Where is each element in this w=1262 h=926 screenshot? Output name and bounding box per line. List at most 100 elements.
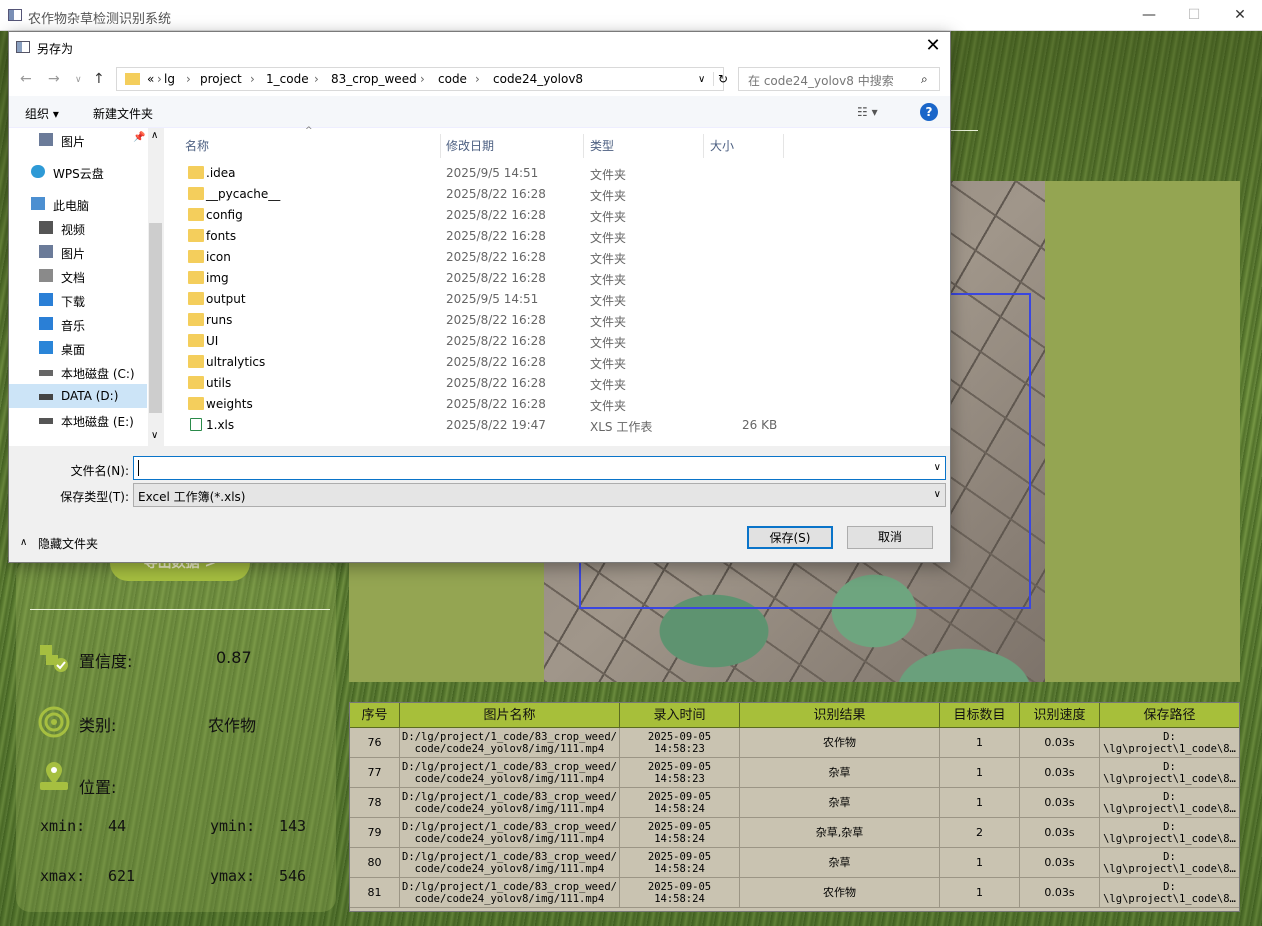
breadcrumb-item[interactable]: 1_code [266,72,309,86]
table-header[interactable]: 识别速度 [1020,703,1100,728]
file-name: utils [206,376,232,390]
confidence-value: 0.87 [216,648,252,667]
new-folder-button[interactable]: 新建文件夹 [93,105,153,122]
breadcrumb-overflow[interactable]: « [147,72,154,86]
minimize-icon[interactable]: — [1134,4,1164,26]
table-row[interactable]: 81 D:/lg/project/1_code/83_crop_weed/ cod… [350,878,1239,908]
nav-scrollbar[interactable]: ∧ ∨ [148,128,164,446]
file-row[interactable]: img 2025/8/22 16:28 文件夹 [185,268,795,289]
file-row[interactable]: config 2025/8/22 16:28 文件夹 [185,205,795,226]
file-row[interactable]: 1.xls 2025/8/22 19:47 XLS 工作表 26 KB [185,415,795,436]
table-row[interactable]: 80 D:/lg/project/1_code/83_crop_weed/ cod… [350,848,1239,878]
table-cell-id: 77 [350,758,400,788]
nav-item[interactable]: 本地磁盘 (C:) [9,360,147,384]
file-name: .idea [206,166,236,180]
file-type: 文件夹 [590,294,627,308]
position-label: 位置: [79,778,117,797]
results-table[interactable]: 序号 图片名称 录入时间 识别结果 目标数目 识别速度 保存路径 76 D:/lg… [349,702,1240,912]
table-cell-count: 2 [940,818,1020,848]
file-type: 文件夹 [590,189,627,203]
chevron-down-icon[interactable]: ∨ [934,462,941,473]
file-row[interactable]: ultralytics 2025/8/22 16:28 文件夹 [185,352,795,373]
recent-dropdown-icon[interactable]: ∨ [75,75,82,85]
ymax-value: 546 [279,867,307,885]
maximize-icon[interactable]: ☐ [1179,4,1209,26]
table-row[interactable]: 76 D:/lg/project/1_code/83_crop_weed/ cod… [350,728,1239,758]
file-row[interactable]: utils 2025/8/22 16:28 文件夹 [185,373,795,394]
table-row[interactable]: 79 D:/lg/project/1_code/83_crop_weed/ cod… [350,818,1239,848]
table-header[interactable]: 保存路径 [1100,703,1239,728]
column-date[interactable]: 修改日期 [440,134,584,158]
file-date: 2025/8/22 16:28 [446,250,546,264]
column-size[interactable]: 大小 [704,134,784,158]
table-header[interactable]: 录入时间 [620,703,740,728]
nav-item[interactable]: 此电脑 [9,192,147,216]
close-icon[interactable]: ✕ [922,35,944,57]
table-header[interactable]: 图片名称 [400,703,620,728]
table-cell-id: 76 [350,728,400,758]
column-type[interactable]: 类型 [584,134,704,158]
nav-item[interactable]: 视频 [9,216,147,240]
scroll-thumb[interactable] [149,223,162,413]
search-icon[interactable]: ⌕ [921,72,928,87]
cancel-button[interactable]: 取消 [847,526,933,549]
table-header[interactable]: 识别结果 [740,703,940,728]
table-row[interactable]: 78 D:/lg/project/1_code/83_crop_weed/ cod… [350,788,1239,818]
forward-icon[interactable]: → [48,71,60,87]
chevron-down-icon[interactable]: ∨ [934,489,941,500]
nav-item[interactable]: 本地磁盘 (E:) [9,408,147,432]
breadcrumb-item[interactable]: code24_yolov8 [493,72,583,86]
dialog-title: 另存为 [37,42,74,56]
table-cell-speed: 0.03s [1020,788,1100,818]
address-bar[interactable]: « › lg › project › 1_code › 83_crop_weed… [116,67,728,91]
table-cell-result: 杂草 [740,788,940,818]
search-input[interactable]: 在 code24_yolov8 中搜索 ⌕ [738,67,940,91]
organize-menu[interactable]: 组织 ▾ [25,105,59,122]
chevron-down-icon[interactable]: ∨ [698,74,705,85]
file-row[interactable]: weights 2025/8/22 16:28 文件夹 [185,394,795,415]
file-row[interactable]: .idea 2025/9/5 14:51 文件夹 [185,163,795,184]
nav-item[interactable]: 下载 [9,288,147,312]
column-name[interactable]: 名称 [179,134,441,158]
filetype-select[interactable]: Excel 工作簿(*.xls) ∨ [133,483,946,507]
table-row[interactable]: 77 D:/lg/project/1_code/83_crop_weed/ cod… [350,758,1239,788]
file-row[interactable]: UI 2025/8/22 16:28 文件夹 [185,331,795,352]
file-row[interactable]: fonts 2025/8/22 16:28 文件夹 [185,226,795,247]
file-size: 26 KB [742,418,778,432]
breadcrumb-item[interactable]: project [200,72,242,86]
folder-icon [188,313,204,326]
table-header[interactable]: 序号 [350,703,400,728]
nav-item[interactable]: 文档 [9,264,147,288]
file-row[interactable]: icon 2025/8/22 16:28 文件夹 [185,247,795,268]
app-icon [8,9,22,21]
nav-item[interactable]: DATA (D:) [9,384,147,408]
table-header[interactable]: 目标数目 [940,703,1020,728]
file-row[interactable]: runs 2025/8/22 16:28 文件夹 [185,310,795,331]
nav-item-label: 文档 [61,271,86,285]
close-icon[interactable]: ✕ [1225,4,1255,26]
nav-item[interactable]: 图片 [9,240,147,264]
breadcrumb-item[interactable]: code [438,72,467,86]
back-icon[interactable]: ← [20,71,32,87]
file-name: ultralytics [206,355,266,369]
folder-icon [188,376,204,389]
breadcrumb-item[interactable]: lg [164,72,175,86]
filename-input[interactable]: ∨ [133,456,946,480]
help-icon[interactable]: ? [920,103,938,121]
up-icon[interactable]: ↑ [93,71,105,87]
computer-icon [31,197,45,210]
file-row[interactable]: output 2025/9/5 14:51 文件夹 [185,289,795,310]
breadcrumb-item[interactable]: 83_crop_weed [331,72,417,86]
nav-item-label: 本地磁盘 (C:) [61,367,135,381]
chevron-up-icon[interactable]: ∧ [20,537,27,548]
save-button[interactable]: 保存(S) [747,526,833,549]
nav-item[interactable]: 图片 📌 [9,128,147,152]
file-row[interactable]: __pycache__ 2025/8/22 16:28 文件夹 [185,184,795,205]
ymax-label: ymax: [210,867,256,885]
nav-item[interactable]: 桌面 [9,336,147,360]
refresh-icon[interactable]: ↻ [713,72,728,86]
hide-folders-toggle[interactable]: 隐藏文件夹 [38,535,98,552]
view-options-icon[interactable]: ☷ ▾ [857,105,878,119]
nav-item[interactable]: WPS云盘 [9,160,147,184]
nav-item[interactable]: 音乐 [9,312,147,336]
